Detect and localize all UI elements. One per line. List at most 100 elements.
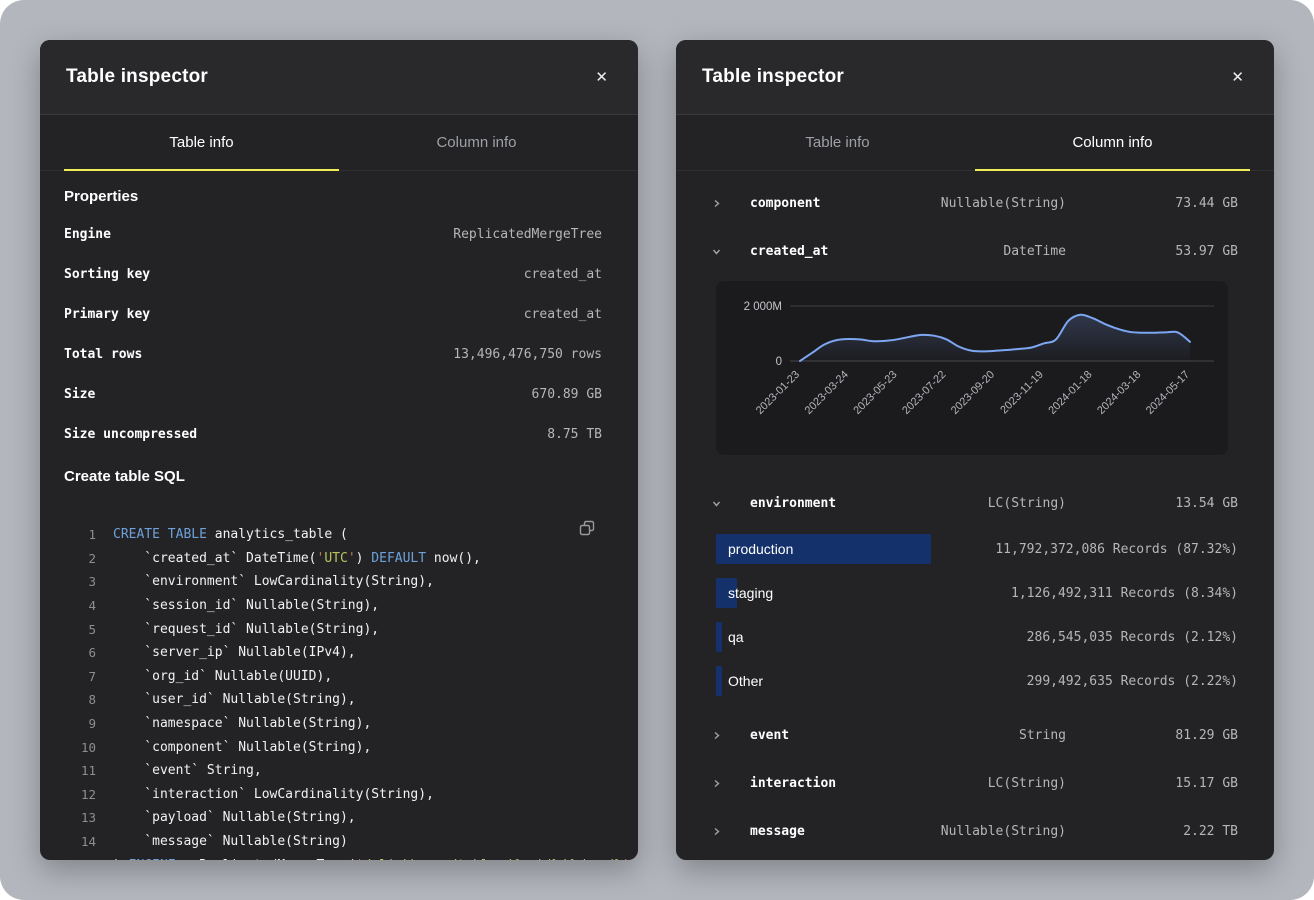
x-axis-label: 2023-03-24 xyxy=(803,369,851,417)
column-type: LC(String) xyxy=(988,496,1066,511)
line-number: 5 xyxy=(64,622,96,637)
property-row: Engine ReplicatedMergeTree xyxy=(64,214,614,254)
sql-line-text: `request_id` Nullable(String), xyxy=(113,622,379,637)
column-info-panel: componentNullable(String)73.44 GBcreated… xyxy=(676,171,1274,860)
column-row-component[interactable]: componentNullable(String)73.44 GB xyxy=(700,179,1250,227)
x-axis-label: 2023-05-23 xyxy=(851,369,899,417)
column-size: 81.29 GB xyxy=(1100,728,1250,743)
sql-line: 6 `server_ip` Nullable(IPv4), xyxy=(64,641,614,665)
table-inspector-modal-left: Table inspector ✕ Table info Column info… xyxy=(40,40,638,860)
property-label: Size xyxy=(64,387,95,402)
column-type: String xyxy=(1019,728,1066,743)
properties-list: Engine ReplicatedMergeTree Sorting keycrea… xyxy=(64,214,614,454)
sql-line: 15) ENGINE = ReplicatedMergeTree('/click… xyxy=(64,853,614,860)
x-axis-label: 2023-07-22 xyxy=(900,369,948,417)
column-row-message[interactable]: messageNullable(String)2.22 TB xyxy=(700,807,1250,855)
column-name: environment xyxy=(750,496,836,511)
tab-column-info[interactable]: Column info xyxy=(339,115,614,171)
line-number: 15 xyxy=(64,858,96,860)
column-size: 2.22 TB xyxy=(1100,824,1250,839)
property-row: Sorting keycreated_at xyxy=(64,254,614,294)
chevron-right-icon xyxy=(712,827,721,836)
sql-line-text: `session_id` Nullable(String), xyxy=(113,598,379,613)
tab-column-info[interactable]: Column info xyxy=(975,115,1250,171)
column-row-created_at[interactable]: created_atDateTime53.97 GB xyxy=(700,227,1250,275)
value-bar xyxy=(716,622,722,652)
column-row-interaction[interactable]: interactionLC(String)15.17 GB xyxy=(700,759,1250,807)
y-axis-label: 2 000M xyxy=(744,301,782,313)
chevron-down-icon xyxy=(712,247,721,256)
copy-button[interactable] xyxy=(576,517,598,542)
column-size: 53.97 GB xyxy=(1100,244,1250,259)
property-value: ReplicatedMergeTree xyxy=(453,227,614,242)
sql-line: 12 `interaction` LowCardinality(String), xyxy=(64,783,614,807)
sql-line: 8 `user_id` Nullable(String), xyxy=(64,688,614,712)
chevron-right-icon xyxy=(712,199,721,208)
sql-line-text: `server_ip` Nullable(IPv4), xyxy=(113,645,356,660)
close-icon[interactable]: ✕ xyxy=(591,66,612,89)
line-number: 6 xyxy=(64,645,96,660)
environment-value-row: Other299,492,635 Records (2.22%) xyxy=(700,659,1250,703)
sql-line-text: CREATE TABLE analytics_table ( xyxy=(113,527,348,542)
properties-section-title: Properties xyxy=(64,188,614,205)
sql-line: 10 `component` Nullable(String), xyxy=(64,735,614,759)
sql-line-text: `environment` LowCardinality(String), xyxy=(113,574,434,589)
line-number: 7 xyxy=(64,669,96,684)
x-axis-label: 2024-05-17 xyxy=(1144,369,1192,417)
y-axis-label: 0 xyxy=(776,356,782,368)
line-number: 3 xyxy=(64,574,96,589)
sql-line: 1 CREATE TABLE analytics_table ( xyxy=(64,523,614,547)
modal-header: Table inspector ✕ xyxy=(676,40,1274,115)
tab-table-info[interactable]: Table info xyxy=(700,115,975,171)
environment-value-row: staging 1,126,492,311 Records (8.34%) xyxy=(700,571,1250,615)
x-axis-label: 2023-11-19 xyxy=(998,369,1046,417)
close-icon[interactable]: ✕ xyxy=(1227,66,1248,89)
tab-bar: Table info Column info xyxy=(40,115,638,171)
area-fill xyxy=(800,315,1190,361)
sql-line-text: `interaction` LowCardinality(String), xyxy=(113,787,434,802)
value-records: 286,545,035 Records (2.12%) xyxy=(1027,630,1250,645)
sql-line-text: `user_id` Nullable(String), xyxy=(113,692,356,707)
property-label: Engine xyxy=(64,227,111,242)
value-label: production xyxy=(728,541,793,557)
property-row: Total rows13,496,476,750 rows xyxy=(64,334,614,374)
sql-code-block: 1 CREATE TABLE analytics_table ( 2 `create… xyxy=(64,511,614,860)
property-row: Size uncompressed8.75 TB xyxy=(64,414,614,454)
area-chart: 2 000M02023-01-232023-03-242023-05-23202… xyxy=(716,281,1228,455)
line-number: 1 xyxy=(64,527,96,542)
chevron-down-icon xyxy=(712,499,721,508)
value-bar xyxy=(716,666,722,696)
column-size: 13.54 GB xyxy=(1100,496,1250,511)
x-axis-label: 2023-01-23 xyxy=(754,369,802,417)
table-inspector-modal-right: Table inspector ✕ Table info Column info… xyxy=(676,40,1274,860)
line-number: 14 xyxy=(64,834,96,849)
column-name: message xyxy=(750,824,805,839)
modal-header: Table inspector ✕ xyxy=(40,40,638,115)
x-axis-label: 2023-09-20 xyxy=(949,369,997,417)
sql-line: 4 `session_id` Nullable(String), xyxy=(64,594,614,618)
column-type: DateTime xyxy=(1003,244,1066,259)
sql-line-text: `event` String, xyxy=(113,763,262,778)
sql-line: 2 `created_at` DateTime('UTC') DEFAULT n… xyxy=(64,547,614,571)
sql-line-text: `namespace` Nullable(String), xyxy=(113,716,371,731)
sql-line: 7 `org_id` Nullable(UUID), xyxy=(64,665,614,689)
x-axis-label: 2024-03-18 xyxy=(1095,369,1143,417)
environment-value-row: qa 286,545,035 Records (2.12%) xyxy=(700,615,1250,659)
column-name: event xyxy=(750,728,789,743)
column-row-environment[interactable]: environment LC(String) 13.54 GB xyxy=(700,479,1250,527)
line-number: 10 xyxy=(64,740,96,755)
value-records: 1,126,492,311 Records (8.34%) xyxy=(1011,586,1250,601)
chevron-right-icon xyxy=(712,779,721,788)
page-background: Table inspector ✕ Table info Column info… xyxy=(0,0,1314,900)
property-value: 13,496,476,750 rows xyxy=(453,347,614,362)
sql-line: 5 `request_id` Nullable(String), xyxy=(64,617,614,641)
tab-table-info[interactable]: Table info xyxy=(64,115,339,171)
value-label: staging xyxy=(728,585,773,601)
x-axis-label: 2024-01-18 xyxy=(1046,369,1094,417)
value-label: qa xyxy=(728,629,744,645)
column-row-event[interactable]: event String 81.29 GB xyxy=(700,711,1250,759)
sql-line: 14 `message` Nullable(String) xyxy=(64,830,614,854)
line-number: 13 xyxy=(64,810,96,825)
line-number: 11 xyxy=(64,763,96,778)
property-row: Size670.89 GB xyxy=(64,374,614,414)
